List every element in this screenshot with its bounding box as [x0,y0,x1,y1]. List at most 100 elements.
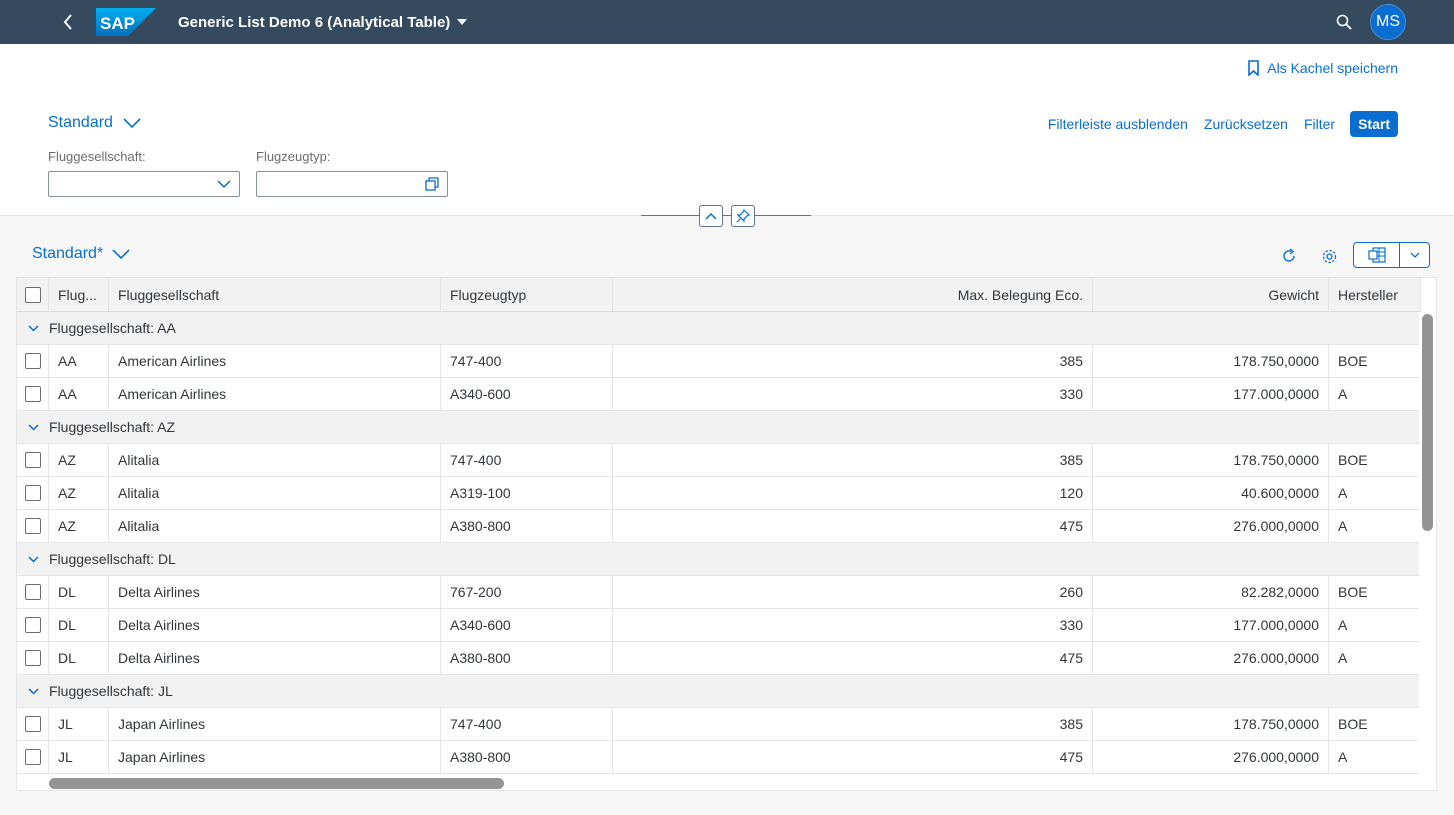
user-avatar[interactable]: MS [1370,4,1406,40]
group-toggle[interactable] [17,543,49,576]
cell-weight: 276.000,0000 [1093,642,1329,674]
row-checkbox[interactable] [24,353,41,369]
chevron-down-icon [1410,252,1419,258]
table-row[interactable]: DL Delta Airlines A380-800 475 276.000,0000 A [17,642,1421,675]
column-header-manufacturer[interactable]: Hersteller [1329,278,1421,311]
cell-aircraft-type: A380-800 [441,741,613,773]
settings-button[interactable] [1318,245,1340,267]
collapse-header-button[interactable] [699,205,723,227]
table-row[interactable]: JL Japan Airlines 747-400 385 178.750,0000 BO… [17,708,1421,741]
cell-manufacturer: BOE [1329,345,1421,377]
row-checkbox[interactable] [24,485,41,501]
search-button[interactable] [1332,10,1356,34]
table-row[interactable]: AA American Airlines 747-400 385 178.750,000… [17,345,1421,378]
table-variant-selector[interactable]: Standard* [32,245,130,263]
cell-manufacturer: BOE [1329,576,1421,608]
value-help-icon[interactable] [425,177,439,191]
row-checkbox[interactable] [24,518,41,534]
table-row[interactable]: DL Delta Airlines 767-200 260 82.282,0000 BOE [17,576,1421,609]
cell-airline: American Airlines [109,345,441,377]
column-header-airline[interactable]: Fluggesellschaft [109,278,441,311]
shell-bar: SAP Generic List Demo 6 (Analytical Tabl… [0,0,1454,44]
back-button[interactable] [56,10,80,34]
group-row[interactable]: Fluggesellschaft: JL [17,675,1421,708]
cell-max-economy: 260 [613,576,1093,608]
aircraft-type-filter-input[interactable] [256,171,448,197]
row-checkbox[interactable] [24,452,41,468]
row-checkbox[interactable] [24,650,41,666]
export-dropdown[interactable] [1400,243,1429,267]
pin-icon [736,209,750,223]
cell-airline: Japan Airlines [109,708,441,740]
vertical-scrollbar-thumb[interactable] [1422,314,1433,531]
cell-airline-id: DL [49,609,109,641]
analytical-table: Flug... Fluggesellschaft Flugzeugtyp Max… [16,277,1437,791]
row-select-cell [17,642,49,674]
chevron-up-icon [705,212,717,220]
cell-weight: 177.000,0000 [1093,378,1329,410]
cell-manufacturer: A [1329,477,1421,509]
group-label: Fluggesellschaft: AZ [49,419,176,435]
reset-button[interactable]: Zurücksetzen [1204,116,1288,132]
group-toggle[interactable] [17,312,49,345]
group-label: Fluggesellschaft: JL [49,683,173,699]
start-button[interactable]: Start [1350,111,1398,137]
aircraft-type-filter-label: Flugzeugtyp: [256,149,331,164]
group-row[interactable]: Fluggesellschaft: AZ [17,411,1421,444]
table-row[interactable]: AZ Alitalia A380-800 475 276.000,0000 A [17,510,1421,543]
page-variant-selector[interactable]: Standard [48,114,141,132]
caret-down-icon [457,19,468,25]
app-title-menu[interactable]: Generic List Demo 6 (Analytical Table) [178,12,468,32]
group-row[interactable]: Fluggesellschaft: AA [17,312,1421,345]
row-checkbox[interactable] [24,749,41,765]
cell-airline: American Airlines [109,378,441,410]
cell-airline-id: JL [49,708,109,740]
row-checkbox[interactable] [24,617,41,633]
cell-airline: Delta Airlines [109,642,441,674]
cell-airline-id: AA [49,345,109,377]
group-toggle[interactable] [17,411,49,444]
table-row[interactable]: DL Delta Airlines A340-600 330 177.000,0000 A [17,609,1421,642]
hide-filter-bar-button[interactable]: Filterleiste ausblenden [1048,116,1188,132]
variant-label: Standard [48,114,113,131]
table-row[interactable]: JL Japan Airlines A380-800 475 276.000,0000 A [17,741,1421,774]
cell-aircraft-type: A380-800 [441,510,613,542]
save-as-tile-button[interactable]: Als Kachel speichern [1248,60,1398,76]
table-row[interactable]: AZ Alitalia A319-100 120 40.600,0000 A [17,477,1421,510]
cell-airline-id: JL [49,741,109,773]
select-all-checkbox[interactable] [24,286,41,303]
cell-manufacturer: A [1329,609,1421,641]
cell-max-economy: 385 [613,444,1093,476]
filter-button[interactable]: Filter [1304,116,1335,132]
vertical-scrollbar[interactable] [1419,312,1436,774]
table-variant-label: Standard* [32,245,104,262]
cell-weight: 82.282,0000 [1093,576,1329,608]
group-toggle[interactable] [17,675,49,708]
cell-airline-id: DL [49,576,109,608]
pin-header-button[interactable] [731,205,755,227]
column-header-max-economy[interactable]: Max. Belegung Eco. [613,278,1093,311]
group-row[interactable]: Fluggesellschaft: DL [17,543,1421,576]
cell-aircraft-type: A340-600 [441,609,613,641]
horizontal-scrollbar[interactable] [49,775,1421,790]
chevron-down-icon[interactable] [217,177,231,191]
cell-max-economy: 330 [613,378,1093,410]
refresh-button[interactable] [1278,245,1300,267]
cell-weight: 276.000,0000 [1093,510,1329,542]
cell-weight: 276.000,0000 [1093,741,1329,773]
table-row[interactable]: AA American Airlines A340-600 330 177.000,00… [17,378,1421,411]
cell-aircraft-type: A319-100 [441,477,613,509]
row-checkbox[interactable] [24,716,41,732]
column-header-airline-id[interactable]: Flug... [49,278,109,311]
row-checkbox[interactable] [24,584,41,600]
table-row[interactable]: AZ Alitalia 747-400 385 178.750,0000 BOE [17,444,1421,477]
row-checkbox[interactable] [24,386,41,402]
cell-max-economy: 475 [613,510,1093,542]
column-header-aircraft-type[interactable]: Flugzeugtyp [441,278,613,311]
column-header-weight[interactable]: Gewicht [1093,278,1329,311]
row-select-cell [17,576,49,608]
horizontal-scrollbar-thumb[interactable] [49,778,504,789]
chevron-down-icon [27,687,39,695]
export-button[interactable] [1354,243,1400,267]
airline-filter-input[interactable] [48,171,240,197]
